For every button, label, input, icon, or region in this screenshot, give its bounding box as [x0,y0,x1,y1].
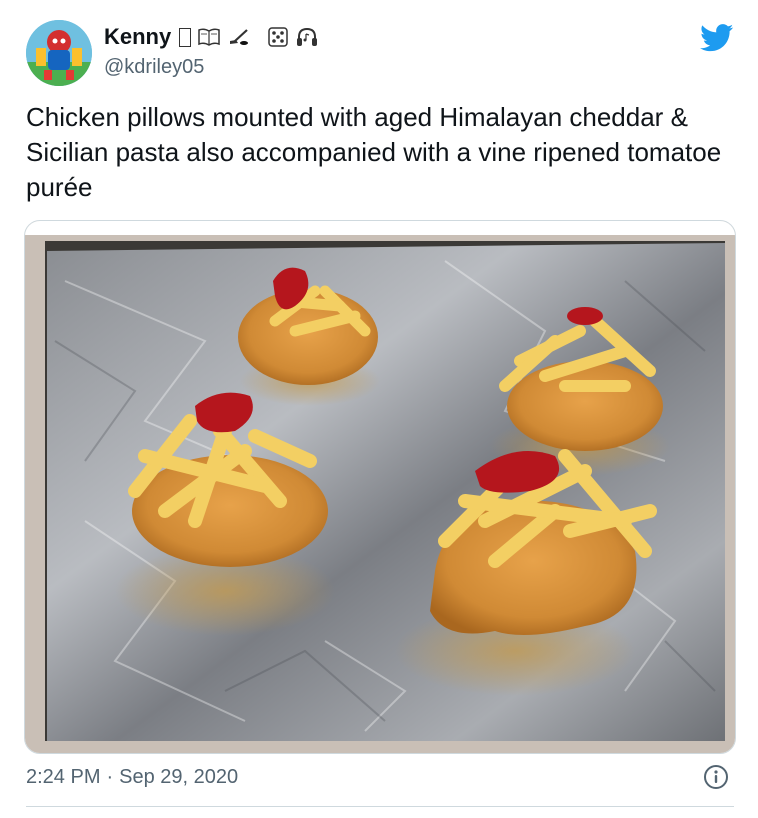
info-icon[interactable] [703,764,729,790]
tweet-date[interactable]: Sep 29, 2020 [119,766,238,789]
unknown-glyph-box-icon [179,27,192,47]
tweet-timestamp[interactable]: 2:24 PM · Sep 29, 2020 [26,766,238,789]
display-name[interactable]: Kenny [104,24,171,50]
avatar[interactable] [26,20,92,86]
tweet-text: Chicken pillows mounted with aged Himala… [26,102,722,202]
hockey-stick-puck-icon [230,29,249,45]
tweet-card: Kenny @kdriley05 Chicken pillows mounted… [0,0,758,818]
headphones-icon [297,27,318,46]
dice-icon [268,27,288,47]
divider [26,806,734,807]
timestamp-separator: · [106,766,114,788]
display-name-row[interactable]: Kenny [104,24,319,50]
tweet-time[interactable]: 2:24 PM [26,766,100,789]
tweet-photo[interactable] [24,220,736,754]
twitter-bird-icon[interactable] [700,24,734,52]
open-book-icon [198,28,220,46]
user-handle[interactable]: @kdriley05 [104,56,204,79]
food-photo [25,221,735,753]
